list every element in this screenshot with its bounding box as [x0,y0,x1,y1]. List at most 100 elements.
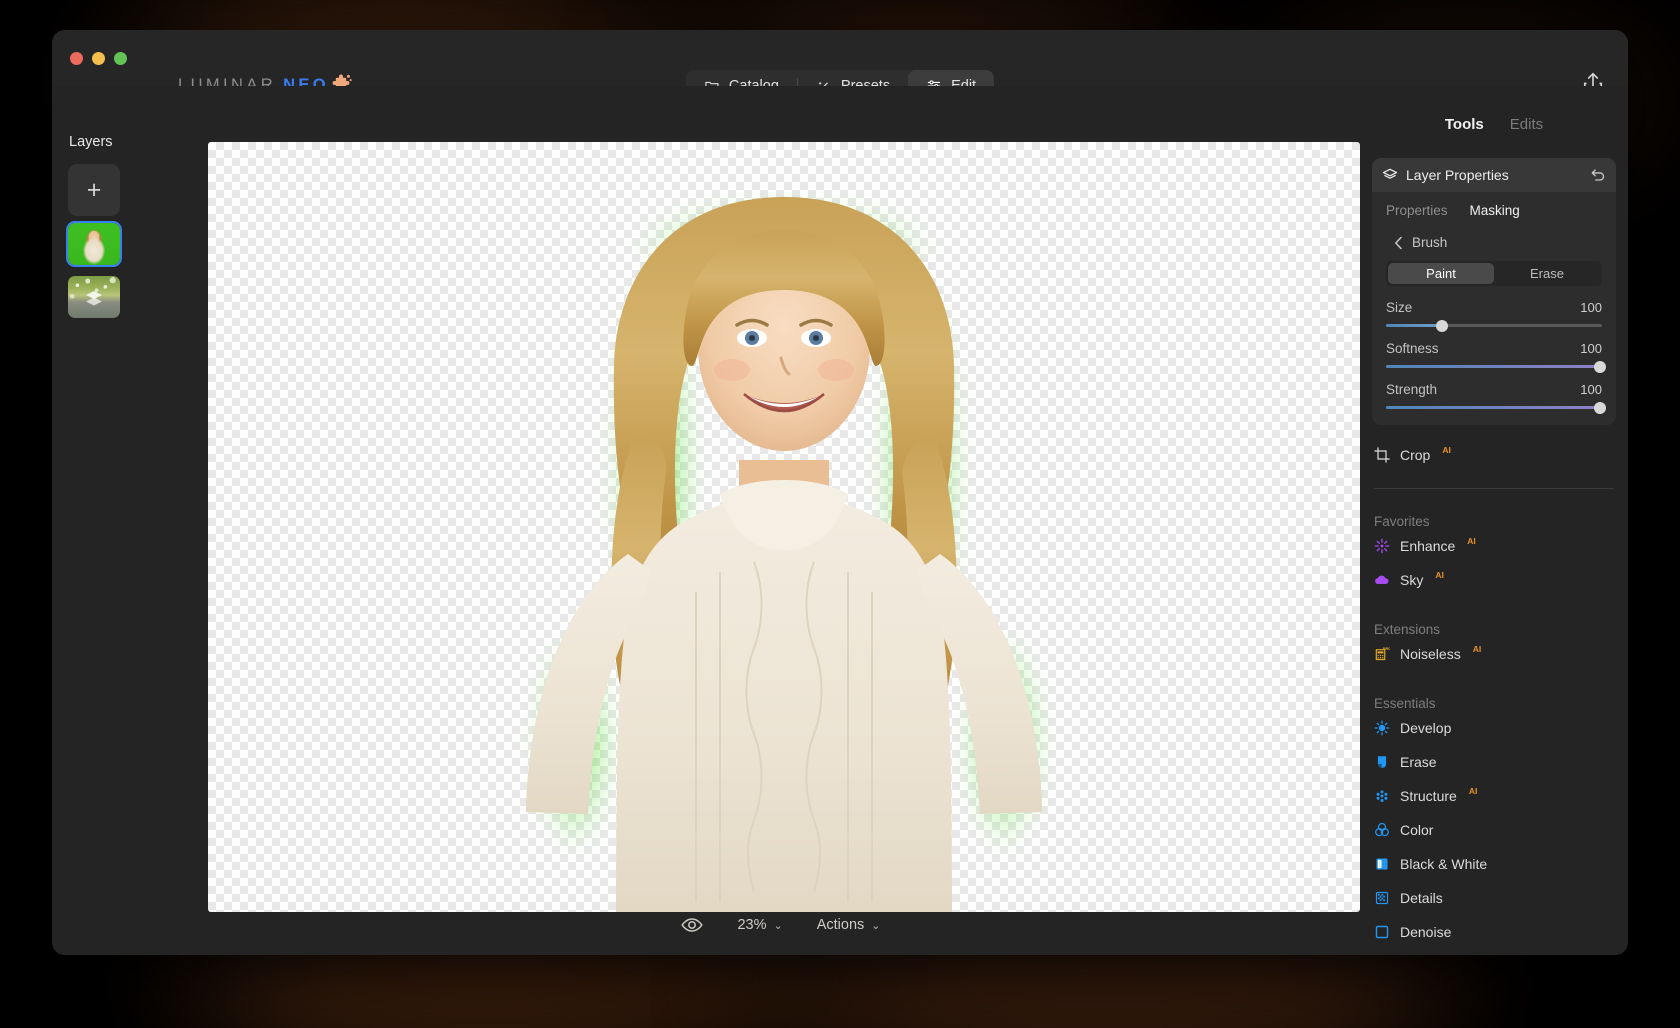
tool-details-label: Details [1400,890,1443,906]
slider-size-track[interactable] [1386,324,1602,327]
add-layer-button[interactable]: + [68,164,120,216]
tab-properties[interactable]: Properties [1386,203,1448,218]
slider-strength-knob[interactable] [1594,402,1606,414]
undo-icon[interactable] [1590,167,1606,182]
bw-icon [1374,856,1390,872]
tool-noiseless[interactable]: PRO Noiseless AI [1360,637,1628,671]
tool-denoise-label: Denoise [1400,924,1451,940]
eye-icon[interactable] [681,917,703,933]
chevron-down-icon: ⌄ [871,919,880,932]
tool-enhance[interactable]: Enhance AI [1360,529,1628,563]
brush-back-button[interactable]: Brush [1372,222,1616,261]
bottom-toolbar: 23% ⌄ Actions ⌄ [202,895,1360,955]
slider-size-knob[interactable] [1436,320,1448,332]
titlebar: LUMINAR NEO Catalog [52,30,1628,86]
actions-label: Actions [817,917,865,933]
minimize-icon[interactable] [92,52,105,65]
canvas-area [202,86,1360,955]
tool-crop[interactable]: Crop AI [1360,438,1628,472]
brush-mode-segmented: Paint Erase [1386,261,1602,286]
tool-color[interactable]: Color [1360,813,1628,847]
details-icon [1374,890,1390,906]
image-canvas[interactable] [208,142,1360,912]
slider-softness-value: 100 [1580,341,1602,356]
ai-badge: AI [1467,536,1476,546]
slider-softness-fill [1386,365,1600,368]
slider-size-fill [1386,324,1442,327]
ai-badge: AI [1435,570,1444,580]
tab-tools[interactable]: Tools [1445,116,1484,133]
layer-item-garden[interactable] [68,276,120,318]
slider-softness-track[interactable] [1386,365,1602,368]
window-controls [70,52,127,65]
layer-properties-title: Layer Properties [1406,167,1509,183]
actions-menu[interactable]: Actions ⌄ [817,917,881,933]
slider-strength-track[interactable] [1386,406,1602,409]
tool-black-and-white[interactable]: Black & White [1360,847,1628,881]
slider-softness: Softness 100 [1386,341,1602,368]
tool-details[interactable]: Details [1360,881,1628,915]
slider-strength-label: Strength [1386,382,1437,397]
group-favorites-title: Favorites [1360,499,1628,529]
tool-enhance-label: Enhance [1400,538,1455,554]
chevron-left-icon [1394,236,1403,250]
ai-badge: AI [1442,445,1451,455]
mode-paint[interactable]: Paint [1388,263,1494,284]
slider-size-value: 100 [1580,300,1602,315]
tool-sky[interactable]: Sky AI [1360,563,1628,597]
layers-icon [1382,168,1398,182]
tools-panel: Tools Edits Layer Properties Prop [1360,86,1628,955]
slider-strength: Strength 100 [1386,382,1602,409]
develop-icon [1374,720,1390,736]
zoom-icon[interactable] [114,52,127,65]
close-icon[interactable] [70,52,83,65]
tool-develop[interactable]: Develop [1360,711,1628,745]
group-essentials-title: Essentials [1360,681,1628,711]
plus-icon: + [87,178,102,203]
subject-image [424,142,1144,912]
tab-masking[interactable]: Masking [1470,203,1520,218]
crop-icon [1374,447,1390,463]
tool-develop-label: Develop [1400,720,1451,736]
ai-badge: AI [1469,786,1478,796]
app-root: LUMINAR NEO Catalog [0,0,1680,1028]
tool-bw-label: Black & White [1400,856,1487,872]
tool-erase[interactable]: Erase [1360,745,1628,779]
mode-erase[interactable]: Erase [1494,263,1600,284]
layer-thumbnail [68,276,120,318]
chevron-down-icon: ⌄ [774,919,783,932]
slider-softness-knob[interactable] [1594,361,1606,373]
svg-text:PRO: PRO [1383,646,1390,651]
app-window: LUMINAR NEO Catalog [52,30,1628,955]
layer-properties-header: Layer Properties [1372,158,1616,192]
brush-label: Brush [1412,235,1447,250]
group-extensions-title: Extensions [1360,607,1628,637]
ai-badge: AI [1473,644,1482,654]
tool-color-label: Color [1400,822,1433,838]
denoise-icon [1374,924,1390,940]
sky-icon [1374,572,1390,588]
tool-denoise[interactable]: Denoise [1360,915,1628,949]
tool-list: Crop AI Favorites Enhance AI [1360,438,1628,949]
slider-size: Size 100 [1386,300,1602,327]
layer-properties-card: Layer Properties Properties Masking Brus… [1372,158,1616,425]
noiseless-icon: PRO [1374,646,1390,662]
layers-panel: Layers + [52,86,202,955]
erase-icon [1374,754,1390,770]
card-spacer [1372,409,1616,425]
slider-strength-value: 100 [1580,382,1602,397]
enhance-icon [1374,538,1390,554]
structure-icon [1374,788,1390,804]
tool-structure[interactable]: Structure AI [1360,779,1628,813]
tab-edits[interactable]: Edits [1510,116,1543,133]
tools-tabbar: Tools Edits [1360,116,1628,133]
tool-sky-label: Sky [1400,572,1423,588]
layer-properties-tabs: Properties Masking [1372,192,1616,222]
layer-item-portrait[interactable] [68,223,120,265]
slider-size-label: Size [1386,300,1412,315]
layer-thumbnail [68,223,120,265]
tool-erase-label: Erase [1400,754,1437,770]
zoom-control[interactable]: 23% ⌄ [737,917,782,933]
zoom-level-label: 23% [737,917,766,933]
tool-structure-label: Structure [1400,788,1457,804]
